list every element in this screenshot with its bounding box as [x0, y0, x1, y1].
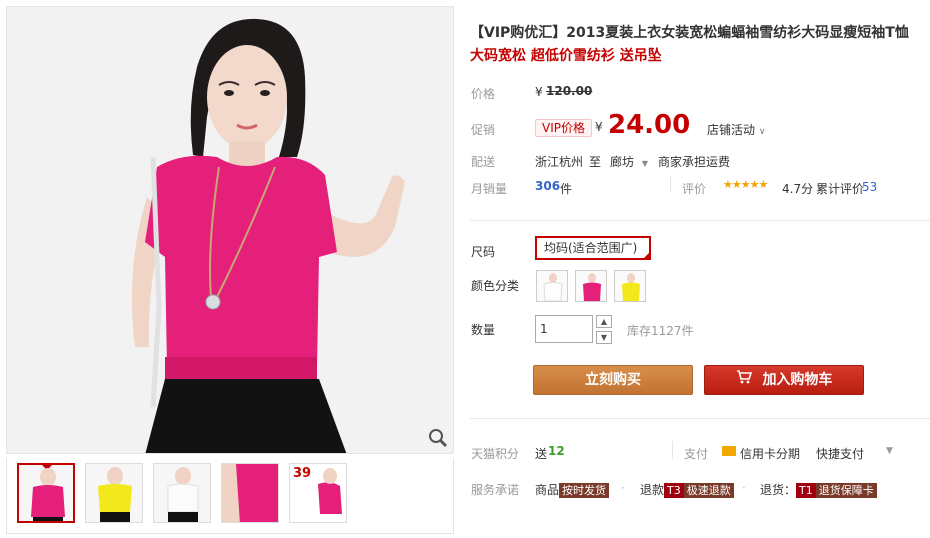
- credit-installment[interactable]: 信用卡分期: [740, 445, 800, 462]
- rating-score: 4.7分: [782, 182, 814, 196]
- service-prefix: 商品: [535, 483, 560, 497]
- ship-to-city: 廊坊: [610, 155, 635, 169]
- points-value: 12: [548, 444, 565, 458]
- thumbnail-strip: 39: [6, 458, 454, 534]
- monthly-sales-unit: 件: [560, 182, 573, 196]
- caret-down-icon[interactable]: ▼: [886, 446, 893, 456]
- chevron-down-icon: ∨: [758, 127, 766, 137]
- section-divider: [470, 418, 930, 419]
- points-send-word: 送: [535, 447, 548, 461]
- credit-card-icon: [722, 446, 736, 456]
- main-product-image[interactable]: [6, 6, 454, 454]
- promo-label: 促销: [471, 123, 496, 137]
- model-photo: [7, 7, 453, 453]
- service-item-1[interactable]: 商品 按时发货: [535, 481, 610, 498]
- size-option-selected[interactable]: 均码(适合范围广): [535, 236, 651, 260]
- review-count[interactable]: 53: [862, 180, 877, 194]
- shipping-fee-note: 商家承担运费: [658, 155, 731, 169]
- section-divider: [470, 220, 930, 221]
- quantity-input[interactable]: [535, 315, 593, 343]
- add-to-cart-label: 加入购物车: [762, 372, 833, 388]
- quantity-decrease-button[interactable]: ▼: [596, 331, 612, 344]
- stock-count: 库存1127件: [627, 324, 694, 338]
- service-item-3[interactable]: 退货： T1 退货保障卡: [760, 481, 877, 498]
- product-title: 【VIP购优汇】2013夏装上衣女装宽松蝙蝠袖雪纺衫大码显瘦短袖T恤: [470, 25, 909, 41]
- ship-to-word: 至: [589, 155, 602, 169]
- thumbnail-2[interactable]: [85, 463, 143, 523]
- promo-currency: ¥: [595, 120, 603, 134]
- service-tag: 退货保障卡: [815, 483, 877, 498]
- service-code-badge: T3: [664, 483, 684, 498]
- thumbnail-3[interactable]: [153, 463, 211, 523]
- add-to-cart-button[interactable]: 加入购物车: [704, 365, 864, 395]
- thumbnail-1[interactable]: [17, 463, 75, 523]
- color-label: 颜色分类: [471, 279, 520, 293]
- points-label: 天猫积分: [471, 447, 520, 461]
- separator-dot: ·: [621, 481, 625, 495]
- product-subtitle: 大码宽松 超低价雪纺衫 送吊坠: [470, 48, 662, 64]
- price-label: 价格: [471, 87, 496, 101]
- monthly-sales-value: 306: [535, 179, 561, 193]
- service-prefix: 退货: [760, 483, 785, 497]
- divider: [670, 176, 671, 192]
- rating-label: 评价: [682, 182, 707, 196]
- ship-from: 浙江杭州: [535, 155, 584, 169]
- original-price: 120.00: [546, 84, 593, 98]
- quantity-increase-button[interactable]: ▲: [596, 315, 612, 328]
- payment-label: 支付: [684, 447, 709, 461]
- service-tag: 按时发货: [559, 483, 610, 498]
- zoom-icon[interactable]: [427, 427, 449, 449]
- size-option-text: 均码(适合范围广): [544, 241, 638, 255]
- rating-stars-icon: ★★★★★: [723, 178, 768, 191]
- vip-price-tag: VIP价格: [535, 119, 592, 137]
- price-currency: ¥: [535, 85, 543, 99]
- color-swatch-white[interactable]: [536, 270, 568, 302]
- size-label: 尺码: [471, 245, 496, 259]
- shop-activity-dropdown[interactable]: 店铺活动 ∨: [707, 121, 765, 138]
- thumbnail-badge: 39: [293, 466, 312, 481]
- buy-now-button[interactable]: 立刻购买: [533, 365, 693, 395]
- color-swatch-yellow[interactable]: [614, 270, 646, 302]
- cart-icon: [736, 366, 752, 394]
- divider: [672, 441, 673, 459]
- service-label: 服务承诺: [471, 483, 520, 497]
- service-prefix: 退款: [640, 483, 665, 497]
- monthly-sales-label: 月销量: [471, 182, 508, 196]
- ship-to-dropdown[interactable]: 廊坊 ▼: [610, 153, 648, 170]
- thumbnail-4[interactable]: [221, 463, 279, 523]
- selected-check-icon: [642, 251, 651, 260]
- shipping-label: 配送: [471, 155, 496, 169]
- promo-price: 24.00: [608, 110, 691, 140]
- quantity-label: 数量: [471, 323, 496, 337]
- service-code-badge: T1: [796, 483, 816, 498]
- separator-dot: ·: [742, 481, 746, 495]
- caret-down-icon: ▼: [641, 159, 648, 168]
- service-item-2[interactable]: 退款 T3 极速退款: [640, 481, 734, 498]
- quick-pay[interactable]: 快捷支付: [816, 445, 864, 462]
- color-swatch-rose[interactable]: [575, 270, 607, 302]
- thumbnail-5[interactable]: 39: [289, 463, 347, 523]
- shop-activity-label: 店铺活动: [707, 123, 756, 137]
- review-label[interactable]: 累计评价: [816, 180, 864, 197]
- service-tag: 极速退款: [683, 483, 734, 498]
